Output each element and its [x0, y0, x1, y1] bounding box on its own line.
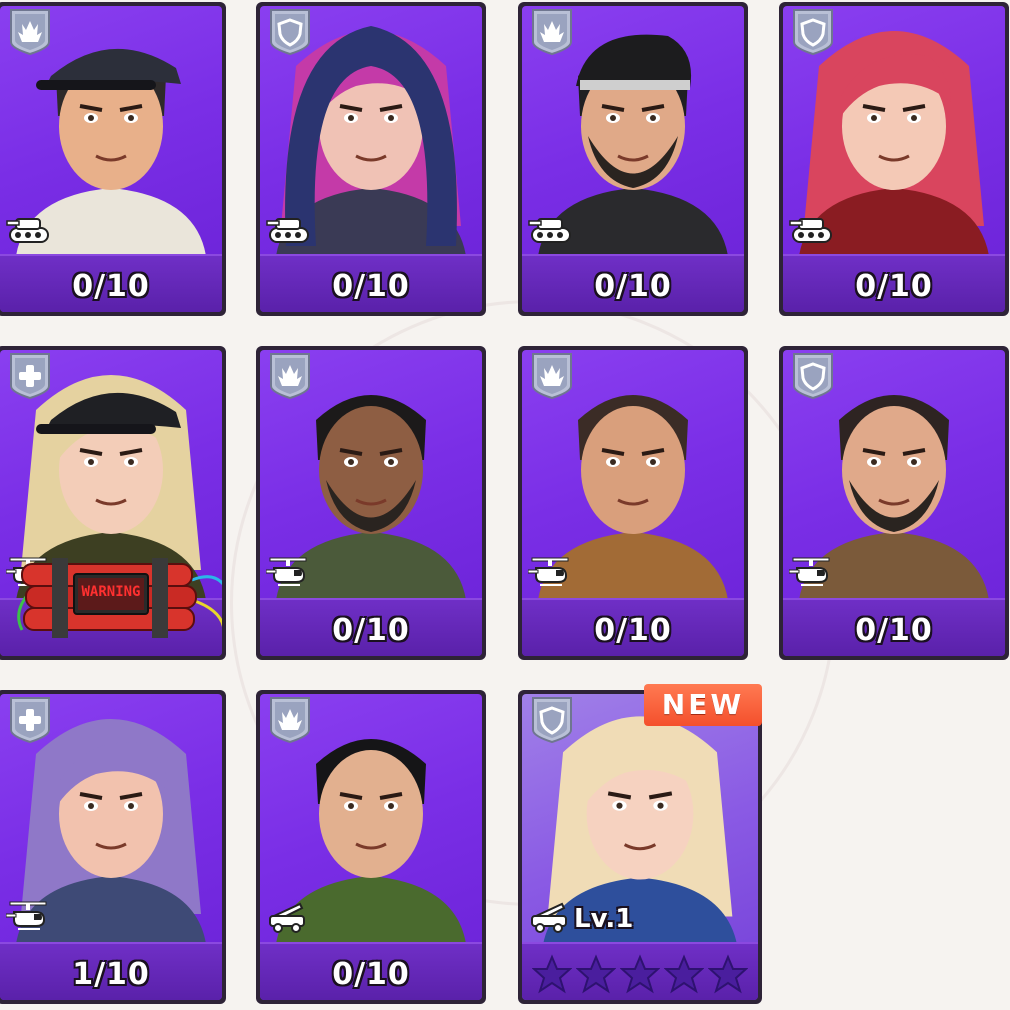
hero-card[interactable]: 0/10 [256, 346, 486, 660]
tank-icon [528, 208, 574, 246]
tank-icon [789, 208, 835, 246]
hero-card[interactable]: 0/10 [0, 2, 226, 316]
shard-count: 0/10 [855, 613, 933, 648]
hero-card[interactable]: 1/10 [0, 690, 226, 1004]
dynamite-label: WARNING [81, 584, 141, 600]
assault-class-icon [530, 352, 574, 400]
assault-class-icon [530, 8, 574, 56]
assault-class-icon [268, 352, 312, 400]
hero-card-body: 0/10 [522, 350, 744, 656]
tank-icon [6, 208, 52, 246]
star-rating [522, 954, 758, 994]
shard-count: 0/10 [72, 269, 150, 304]
helicopter-icon [788, 552, 835, 590]
artillery-icon [266, 896, 312, 934]
helicopter-icon [265, 552, 312, 590]
hero-card[interactable]: Lv.1 NEW [518, 684, 762, 1004]
defense-class-icon [791, 8, 835, 56]
hero-card[interactable]: 0/10 [518, 2, 748, 316]
hero-card[interactable]: 0/10 [256, 2, 486, 316]
hero-card-body: Lv.1 [522, 694, 758, 1000]
hero-card-body: 0/10 [260, 6, 482, 312]
hero-level: Lv.1 [574, 904, 634, 934]
hero-card[interactable]: 0/10 [779, 346, 1009, 660]
defense-class-icon [791, 352, 835, 400]
hero-card-body: 0/10 [260, 694, 482, 1000]
hero-card[interactable]: 0/10 [779, 2, 1009, 316]
shard-count: 0/10 [332, 613, 410, 648]
hero-card-body: 0/10 [522, 6, 744, 312]
support-class-icon [8, 352, 52, 400]
support-class-icon [8, 696, 52, 744]
hero-card-body: 0/10 [783, 350, 1005, 656]
new-badge: NEW [644, 684, 762, 726]
hero-card-body: WARNING [0, 350, 222, 656]
shard-count: 0/10 [594, 269, 672, 304]
dynamite-icon: WARNING [12, 550, 222, 650]
assault-class-icon [268, 696, 312, 744]
hero-card-body: 1/10 [0, 694, 222, 1000]
hero-card[interactable]: 0/10 [256, 690, 486, 1004]
defense-class-icon [268, 8, 312, 56]
star-empty-icon [619, 954, 661, 994]
shard-count: 0/10 [332, 957, 410, 992]
shard-count: 0/10 [594, 613, 672, 648]
star-empty-icon [707, 954, 749, 994]
defense-class-icon [530, 696, 574, 744]
helicopter-icon [5, 896, 52, 934]
helicopter-icon [527, 552, 574, 590]
shard-count: 0/10 [855, 269, 933, 304]
star-empty-icon [531, 954, 573, 994]
shard-count: 0/10 [332, 269, 410, 304]
artillery-icon [528, 896, 574, 934]
shard-count: 1/10 [72, 957, 150, 992]
star-empty-icon [575, 954, 617, 994]
hero-card-body: 0/10 [783, 6, 1005, 312]
hero-card[interactable]: WARNING [0, 346, 226, 660]
hero-card-body: 0/10 [0, 6, 222, 312]
assault-class-icon [8, 8, 52, 56]
hero-card[interactable]: 0/10 [518, 346, 748, 660]
star-empty-icon [663, 954, 705, 994]
tank-icon [266, 208, 312, 246]
hero-card-body: 0/10 [260, 350, 482, 656]
